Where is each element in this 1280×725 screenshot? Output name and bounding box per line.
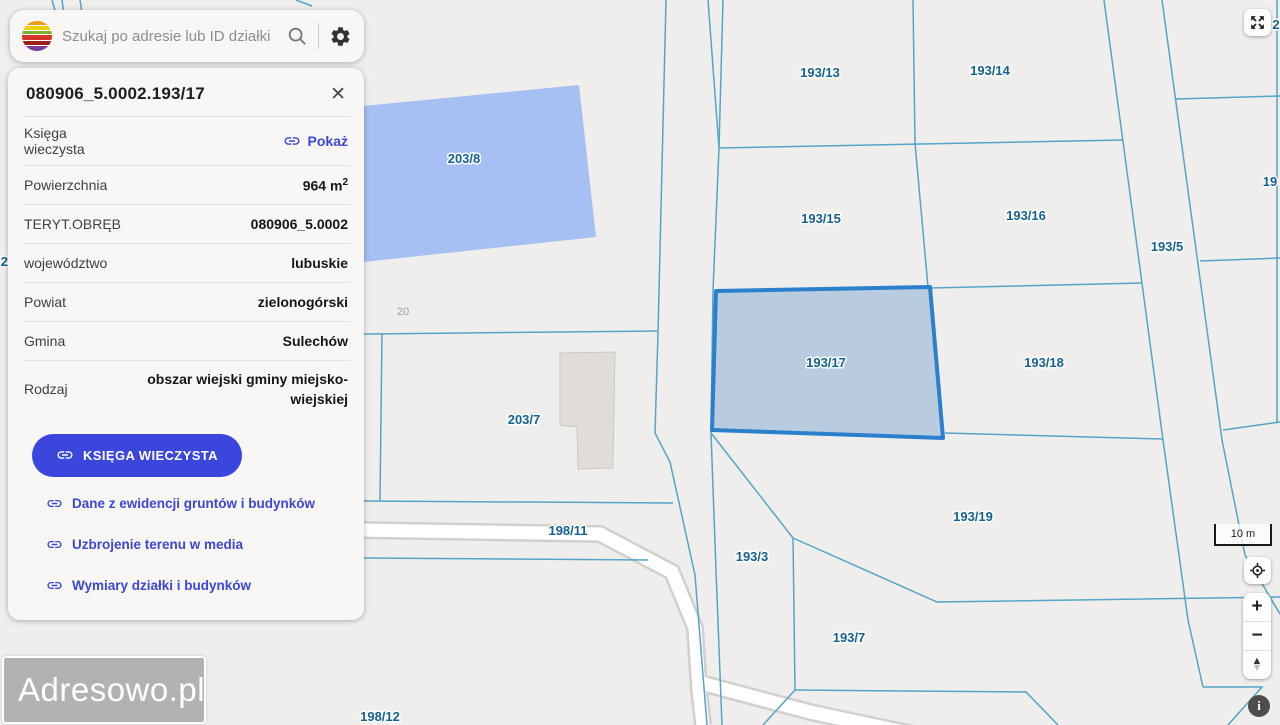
parcel-label: 193/16 xyxy=(1006,208,1046,223)
search-icon[interactable] xyxy=(286,25,308,47)
ksiega-wieczysta-button[interactable]: KSIĘGA WIECZYSTA xyxy=(32,433,242,477)
parcel-label-clipped: 2 xyxy=(1272,17,1279,32)
row-label: Rodzaj xyxy=(24,381,68,398)
info-icon: i xyxy=(1257,698,1261,713)
parcel-label: 193/7 xyxy=(833,630,866,645)
link-icon xyxy=(47,499,62,507)
parcel-label-clipped: 19 xyxy=(1263,174,1277,189)
parcel-label-selected: 193/17 xyxy=(806,355,846,370)
divider xyxy=(318,23,319,49)
link-icon xyxy=(47,581,62,589)
parcel-label: 193/19 xyxy=(953,509,993,524)
link-uzbrojenie[interactable]: Uzbrojenie terenu w media xyxy=(46,524,364,565)
row-value: Sulechów xyxy=(282,333,348,349)
building-footprint xyxy=(559,351,616,470)
link-icon xyxy=(47,540,62,548)
parcel-label: 193/15 xyxy=(801,211,841,226)
row-value: lubuskie xyxy=(291,255,348,271)
row-powiat: Powiat zielonogórski xyxy=(22,282,350,321)
parcel-label: 193/3 xyxy=(736,549,769,564)
scale-label: 10 m xyxy=(1230,528,1256,540)
pokaz-link[interactable]: Pokaż xyxy=(283,132,348,150)
row-rodzaj: Rodzaj obszar wiejski gminy miejsko-wiej… xyxy=(22,360,350,418)
expand-arrows-icon xyxy=(1251,16,1264,29)
search-bar xyxy=(10,10,364,62)
link-icon xyxy=(284,137,300,145)
link-label: Uzbrojenie terenu w media xyxy=(72,536,244,552)
parcel-label: 193/5 xyxy=(1151,239,1184,254)
link-ewidencja[interactable]: Dane z ewidencji gruntów i budynków xyxy=(46,483,364,524)
link-label: Wymiary działki i budynków xyxy=(72,577,252,593)
fullscreen-button[interactable] xyxy=(1244,9,1271,36)
row-label: Księga wieczysta xyxy=(24,125,85,157)
row-label: TERYT.OBRĘB xyxy=(24,216,121,232)
settings-gear-icon[interactable] xyxy=(329,25,352,48)
row-teryt: TERYT.OBRĘB 080906_5.0002 xyxy=(22,204,350,243)
zoom-in-button[interactable]: + xyxy=(1243,593,1271,621)
row-value: obszar wiejski gminy miejsko-wiejskiej xyxy=(147,371,348,408)
pokaz-link-label: Pokaż xyxy=(307,133,348,149)
adresowo-logo-icon xyxy=(22,21,52,51)
row-label: Gmina xyxy=(24,333,66,349)
link-wymiary[interactable]: Wymiary działki i budynków xyxy=(46,565,364,606)
watermark-text: Adresowo.pl xyxy=(18,671,206,708)
parcel-203-8-polygon[interactable] xyxy=(363,85,596,262)
row-value: 964 m2 xyxy=(302,176,348,194)
zoom-out-button[interactable]: − xyxy=(1243,621,1271,650)
parcel-label: 203/7 xyxy=(508,412,541,427)
map-scale-bar: 10 m xyxy=(1214,524,1272,546)
row-gmina: Gmina Sulechów xyxy=(22,321,350,360)
row-powierzchnia: Powierzchnia 964 m2 xyxy=(22,165,350,204)
row-ksiega-wieczysta: Księga wieczysta Pokaż xyxy=(22,116,350,165)
parcel-info-panel: 080906_5.0002.193/17 ✕ Księga wieczysta … xyxy=(8,68,364,620)
adresowo-watermark: Adresowo.pl xyxy=(2,656,206,724)
house-number-label: 20 xyxy=(397,306,409,318)
crosshair-target-icon xyxy=(1249,562,1266,579)
parcel-label: 193/14 xyxy=(970,63,1011,78)
row-wojewodztwo: województwo lubuskie xyxy=(22,243,350,282)
parcel-label: 193/18 xyxy=(1024,355,1064,370)
ksiega-wieczysta-button-label: KSIĘGA WIECZYSTA xyxy=(83,447,218,463)
pitch-toggle-button[interactable]: ▲ ▼ xyxy=(1243,650,1271,679)
locate-button[interactable] xyxy=(1244,557,1271,584)
link-icon xyxy=(57,451,73,459)
row-label: województwo xyxy=(24,255,108,271)
link-label: Dane z ewidencji gruntów i budynków xyxy=(72,495,316,511)
parcel-label: 203/8 xyxy=(448,151,481,166)
info-button[interactable]: i xyxy=(1248,695,1270,717)
row-value: zielonogórski xyxy=(257,294,348,310)
parcel-label: 193/13 xyxy=(800,65,840,80)
zoom-control-group: + − ▲ ▼ xyxy=(1243,593,1271,679)
parcel-id-title: 080906_5.0002.193/17 xyxy=(26,84,205,103)
search-input[interactable] xyxy=(60,26,278,46)
parcel-label: 198/12 xyxy=(360,709,400,724)
parcel-label: 198/11 xyxy=(548,523,587,538)
row-label: Powierzchnia xyxy=(24,177,108,193)
close-icon[interactable]: ✕ xyxy=(330,85,346,104)
row-value: 080906_5.0002 xyxy=(250,216,348,232)
arrow-down-icon: ▼ xyxy=(1251,662,1263,674)
row-label: Powiat xyxy=(24,294,67,310)
